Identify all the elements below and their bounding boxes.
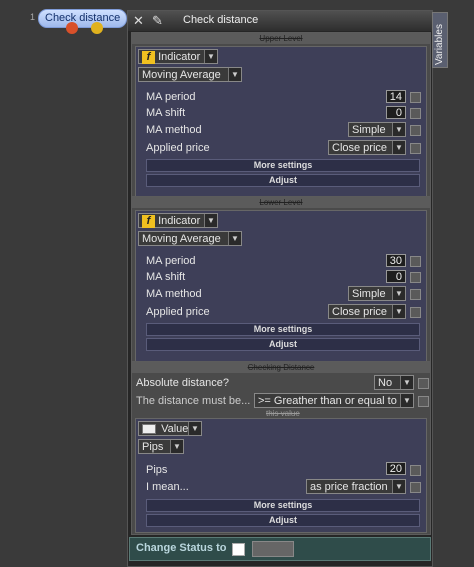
lower-applied-price-checkbox[interactable] <box>410 307 421 318</box>
upper-applied-price-label: Applied price <box>146 142 210 154</box>
lower-indicator-label: Indicator <box>158 215 201 227</box>
upper-more-settings-button[interactable]: More settings <box>146 159 420 172</box>
checking-distance-section: Checking Distance Absolute distance? No ▼… <box>131 361 431 535</box>
upper-applied-price-checkbox[interactable] <box>410 143 421 154</box>
pin-icon[interactable]: ✎ <box>152 13 163 29</box>
chevron-down-icon: ▼ <box>170 440 183 453</box>
chevron-down-icon: ▼ <box>204 214 217 227</box>
node-number: 1 <box>30 12 36 22</box>
i-mean-checkbox[interactable] <box>410 482 421 493</box>
lower-applied-price-label: Applied price <box>146 306 210 318</box>
chevron-down-icon: ▼ <box>392 287 405 300</box>
upper-ma-shift-input[interactable]: 0 <box>386 106 406 119</box>
distance-comparison-checkbox[interactable] <box>418 396 429 407</box>
lower-ma-shift-input[interactable]: 0 <box>386 270 406 283</box>
upper-adjust-button[interactable]: Adjust <box>146 174 420 187</box>
chevron-down-icon: ▼ <box>228 232 241 245</box>
close-icon[interactable]: ✕ <box>133 13 144 29</box>
absolute-distance-label: Absolute distance? <box>136 377 229 389</box>
lower-ma-period-checkbox[interactable] <box>410 256 421 267</box>
lower-indicator-panel: f Indicator ▼ Moving Average ▼ MA period … <box>135 210 427 362</box>
distance-must-be-label: The distance must be... <box>136 395 251 407</box>
chevron-down-icon: ▼ <box>400 394 413 407</box>
upper-indicator-label: Indicator <box>158 51 201 63</box>
upper-ma-method-checkbox[interactable] <box>410 125 421 136</box>
value-type-selector[interactable]: Value ▼ <box>138 421 202 436</box>
distance-comparison-select[interactable]: >= Greather than or equal to ▼ <box>254 393 414 408</box>
upper-ma-period-input[interactable]: 14 <box>386 90 406 103</box>
value-icon <box>142 424 156 435</box>
node-output-yellow[interactable] <box>91 22 103 34</box>
absolute-distance-select[interactable]: No ▼ <box>374 375 414 390</box>
lower-ma-period-input[interactable]: 30 <box>386 254 406 267</box>
chevron-down-icon: ▼ <box>228 68 241 81</box>
function-icon: f <box>142 215 155 228</box>
absolute-distance-checkbox[interactable] <box>418 378 429 389</box>
upper-ma-method-select[interactable]: Simple ▼ <box>348 122 406 137</box>
pips-label: Pips <box>146 464 168 476</box>
lower-level-section: Lower Level f Indicator ▼ Moving Average… <box>131 196 431 363</box>
chevron-down-icon: ▼ <box>392 480 405 493</box>
pips-input[interactable]: 20 <box>386 462 406 475</box>
lower-adjust-button[interactable]: Adjust <box>146 338 420 351</box>
this-value-caption: this value <box>266 409 300 418</box>
chevron-down-icon: ▼ <box>204 50 217 63</box>
checking-distance-header: Checking Distance <box>132 362 430 373</box>
chevron-down-icon: ▼ <box>188 422 201 435</box>
lower-ma-shift-checkbox[interactable] <box>410 272 421 283</box>
upper-level-header: Upper Level <box>132 33 430 44</box>
upper-level-section: Upper Level f Indicator ▼ Moving Average… <box>131 32 431 199</box>
pips-checkbox[interactable] <box>410 465 421 476</box>
variables-tab[interactable]: Variables <box>432 12 448 68</box>
chevron-down-icon: ▼ <box>392 123 405 136</box>
upper-ma-shift-label: MA shift <box>146 107 186 119</box>
lower-ma-period-label: MA period <box>146 255 196 267</box>
value-more-settings-button[interactable]: More settings <box>146 499 420 512</box>
upper-indicator-type[interactable]: Moving Average ▼ <box>138 67 242 82</box>
change-status-bar: Change Status to <box>129 537 431 561</box>
chevron-down-icon: ▼ <box>400 376 413 389</box>
value-adjust-button[interactable]: Adjust <box>146 514 420 527</box>
chevron-down-icon: ▼ <box>392 305 405 318</box>
change-status-label: Change Status to <box>136 542 227 554</box>
lower-ma-method-label: MA method <box>146 288 202 300</box>
upper-indicator-panel: f Indicator ▼ Moving Average ▼ MA period … <box>135 46 427 198</box>
value-panel: Value ▼ Pips ▼ Pips 20 I mean... as price … <box>135 418 427 533</box>
status-value-box[interactable] <box>252 541 294 557</box>
upper-ma-period-checkbox[interactable] <box>410 92 421 103</box>
lower-indicator-type[interactable]: Moving Average ▼ <box>138 231 242 246</box>
lower-level-header: Lower Level <box>132 197 430 208</box>
lower-indicator-selector[interactable]: f Indicator ▼ <box>138 213 218 228</box>
upper-ma-period-label: MA period <box>146 91 196 103</box>
chevron-down-icon: ▼ <box>392 141 405 154</box>
node-check-distance[interactable]: Check distance <box>38 9 128 28</box>
node-output-red[interactable] <box>66 22 78 34</box>
upper-applied-price-select[interactable]: Close price ▼ <box>328 140 406 155</box>
units-select[interactable]: Pips ▼ <box>138 439 184 454</box>
upper-ma-method-label: MA method <box>146 124 202 136</box>
i-mean-select[interactable]: as price fraction ▼ <box>306 479 406 494</box>
upper-ma-shift-checkbox[interactable] <box>410 108 421 119</box>
change-status-checkbox[interactable] <box>232 543 245 556</box>
lower-ma-method-checkbox[interactable] <box>410 289 421 300</box>
title-bar: ✕ ✎ Check distance <box>128 11 432 31</box>
i-mean-label: I mean... <box>146 481 189 493</box>
function-icon: f <box>142 51 155 64</box>
block-settings-window: ✕ ✎ Check distance Upper Level f Indicat… <box>127 10 433 567</box>
lower-applied-price-select[interactable]: Close price ▼ <box>328 304 406 319</box>
lower-more-settings-button[interactable]: More settings <box>146 323 420 336</box>
lower-ma-shift-label: MA shift <box>146 271 186 283</box>
window-title: Check distance <box>183 14 259 26</box>
upper-indicator-selector[interactable]: f Indicator ▼ <box>138 49 218 64</box>
lower-ma-method-select[interactable]: Simple ▼ <box>348 286 406 301</box>
